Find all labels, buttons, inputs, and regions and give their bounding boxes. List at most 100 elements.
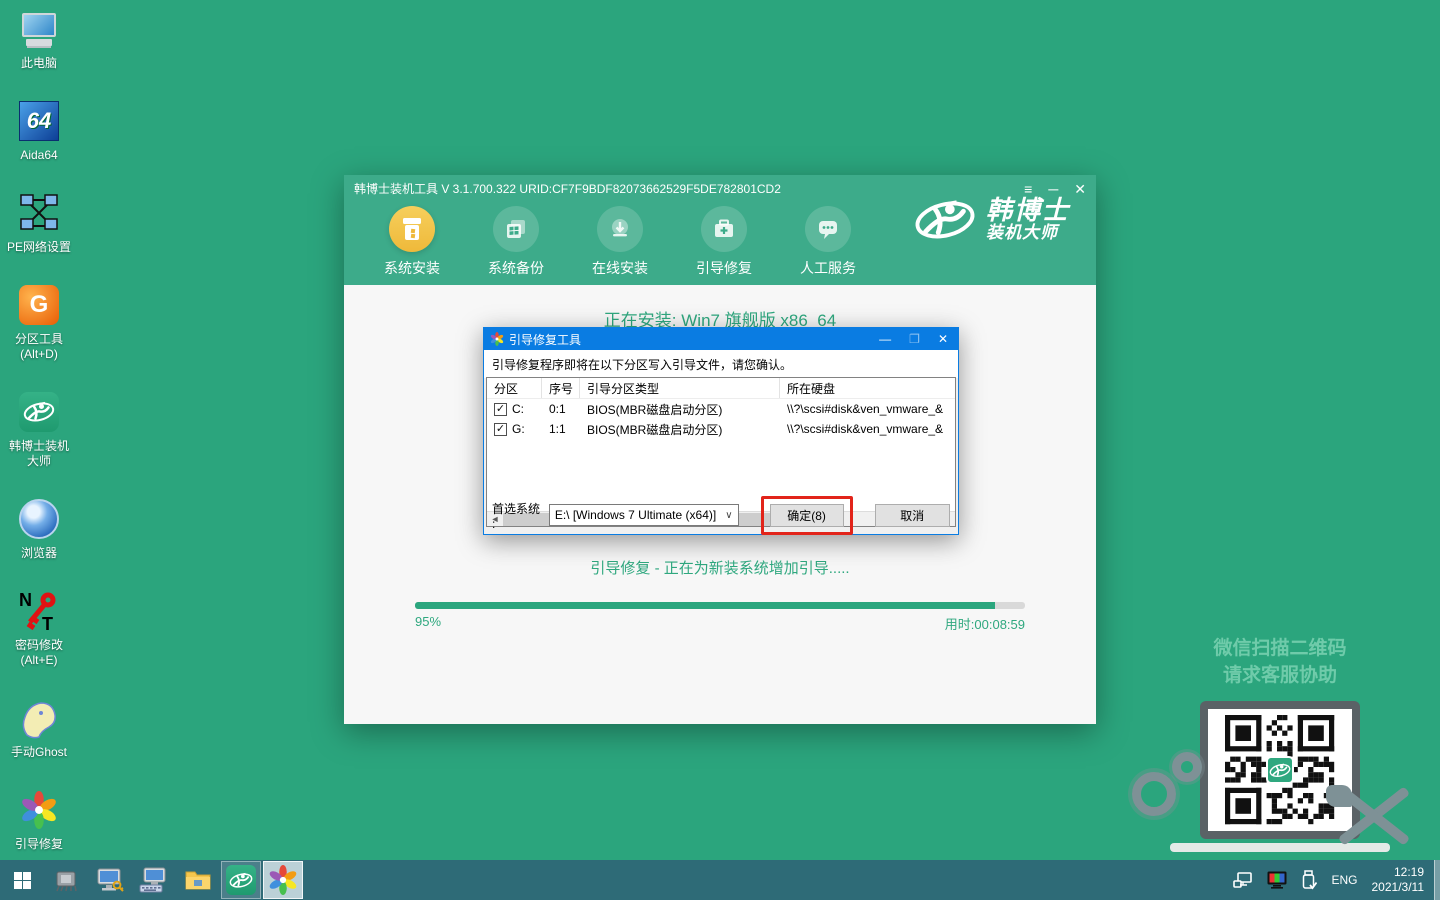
qr-center-logo-icon [1266,756,1294,784]
svg-text:N: N [19,590,32,610]
desktop-icon-pe-network[interactable]: PE网络设置 [2,190,76,255]
tray-clock[interactable]: 12:19 2021/3/11 [1372,865,1425,895]
checkbox-checked[interactable]: ✓ [494,403,507,416]
dialog-bottom-bar: 首选系统 : E:\ [Windows 7 Ultimate (x64)] ∨ … [484,502,958,528]
partition-type: BIOS(MBR磁盘启动分区) [580,401,780,418]
qr-caption-line2: 请求客服协助 [1130,662,1430,689]
column-header-disk[interactable]: 所在硬盘 [780,378,955,398]
start-button[interactable] [0,860,44,900]
desktop-icon-label: 引导修复 [15,837,63,852]
system-install-icon [389,206,435,252]
taskbar-file-explorer[interactable] [176,860,220,900]
network-settings-icon [16,190,62,236]
tray-network-icon[interactable] [1233,872,1253,888]
toolbar-label: 系统备份 [488,258,544,278]
windows-logo-icon [14,872,31,889]
dialog-pinwheel-icon [490,332,504,346]
pinwheel-taskbar-icon [268,865,298,895]
dialog-minimize-icon[interactable]: — [879,332,891,346]
partition-seq: 1:1 [542,422,580,436]
dialog-maximize-icon[interactable]: ❐ [909,332,920,346]
online-install-icon [597,206,643,252]
desktop-icon-partition-tool[interactable]: G 分区工具 (Alt+D) [2,282,76,362]
column-header-partition[interactable]: 分区 [487,378,542,398]
qr-caption-line1: 微信扫描二维码 [1130,635,1430,662]
partition-letter: C: [512,402,524,416]
main-window-header: 韩博士装机工具 V 3.1.700.322 URID:CF7F9BDF82073… [344,175,1096,285]
ok-highlight-annotation: 确定(8) [761,496,853,535]
desktop-icon-aida64[interactable]: 64 Aida64 [2,98,76,163]
partition-type: BIOS(MBR磁盘启动分区) [580,421,780,438]
browser-globe-icon [16,496,62,542]
desktop-icon-label: 手动Ghost [11,745,67,760]
progress-percent: 95% [415,614,441,633]
keyboard-monitor-icon [139,867,169,893]
cancel-button[interactable]: 取消 [875,504,950,527]
checkbox-checked[interactable]: ✓ [494,423,507,436]
taskbar-hanboshi-app[interactable] [221,861,261,899]
desktop-icon-label: PE网络设置 [7,240,71,255]
taskbar: ENG 12:19 2021/3/11 [0,860,1440,900]
preferred-system-select[interactable]: E:\ [Windows 7 Ultimate (x64)] ∨ [549,504,739,526]
wechat-help-panel: 微信扫描二维码 请求客服协助 [1130,635,1430,852]
dialog-message: 引导修复程序即将在以下分区写入引导文件，请您确认。 [484,350,958,378]
partition-row-g[interactable]: ✓ G: 1:1 BIOS(MBR磁盘启动分区) \\?\scsi#disk&v… [487,419,955,439]
partition-disk: \\?\scsi#disk&ven_vmware_& [780,402,955,416]
toolbar-item-online-install[interactable]: 在线安装 [588,206,652,278]
install-progress: 95% 用时:00:08:59 [415,602,1025,633]
hanboshi-taskbar-icon [226,865,256,895]
taskbar-memory-tool[interactable] [44,860,88,900]
preferred-system-value: E:\ [Windows 7 Ultimate (x64)] [555,508,725,522]
system-tray: ENG 12:19 2021/3/11 [1233,865,1434,895]
dialog-close-icon[interactable]: ✕ [938,332,948,346]
tray-usb-icon[interactable] [1301,870,1317,890]
desktop-icon-browser[interactable]: 浏览器 [2,496,76,561]
desktop-icon-password-reset[interactable]: N T 密码修改 (Alt+E) [2,588,76,668]
desktop-icon-label: 此电脑 [21,56,57,71]
boot-repair-dialog: 引导修复工具 — ❐ ✕ 引导修复程序即将在以下分区写入引导文件，请您确认。 分… [483,327,959,535]
partition-row-c[interactable]: ✓ C: 0:1 BIOS(MBR磁盘启动分区) \\?\scsi#disk&v… [487,399,955,419]
dialog-titlebar[interactable]: 引导修复工具 — ❐ ✕ [484,328,958,350]
ok-button[interactable]: 确定(8) [770,504,844,527]
hanboshi-brand-logo: 韩博士 装机大师 [914,197,1070,242]
monitor-key-icon [96,867,124,893]
folder-icon [184,868,212,892]
desktop-icon-this-pc[interactable]: 此电脑 [2,6,76,71]
desktop-icon-hanboshi[interactable]: 韩博士装机 大师 [2,389,76,469]
desktop-icon-ghost[interactable]: 手动Ghost [2,695,76,760]
toolbar-item-boot-repair[interactable]: 引导修复 [692,206,756,278]
qr-laptop-frame [1200,701,1360,839]
chat-service-icon [805,206,851,252]
progress-track [415,602,1025,609]
toolbar-label: 系统安装 [384,258,440,278]
qr-code [1208,709,1352,831]
column-header-seq[interactable]: 序号 [542,378,580,398]
toolbar-item-system-install[interactable]: 系统安装 [380,206,444,278]
boot-repair-status-text: 引导修复 - 正在为新装系统增加引导..... [344,557,1096,578]
progress-elapsed: 用时:00:08:59 [945,614,1025,633]
toolbar-item-human-service[interactable]: 人工服务 [796,206,860,278]
close-icon[interactable]: ✕ [1074,181,1086,197]
taskbar-screen-tool[interactable] [88,860,132,900]
partition-seq: 0:1 [542,402,580,416]
ghost-icon [16,695,62,741]
desktop-icon-label: 密码修改 (Alt+E) [15,638,63,668]
toolbar-label: 人工服务 [800,258,856,278]
toolbar-label: 引导修复 [696,258,752,278]
desktop-icon-boot-repair[interactable]: 引导修复 [2,787,76,852]
tray-display-icon[interactable] [1267,871,1287,889]
tray-language[interactable]: ENG [1331,873,1357,887]
partition-list-header: 分区 序号 引导分区类型 所在硬盘 [487,378,955,399]
show-desktop-button[interactable] [1434,860,1440,900]
desktop-icon-label: 浏览器 [21,546,57,561]
this-pc-icon [16,6,62,52]
desktop-icon-column: 此电脑 64 Aida64 PE网络设置 G 分区工具 (Alt+D) [2,6,76,900]
toolbar-label: 在线安装 [592,258,648,278]
dialog-title: 引导修复工具 [509,331,879,348]
toolbar-item-system-backup[interactable]: 系统备份 [484,206,548,278]
column-header-type[interactable]: 引导分区类型 [580,378,780,398]
taskbar-boot-repair-app[interactable] [263,861,303,899]
progress-fill [415,602,995,609]
taskbar-keyboard-tool[interactable] [132,860,176,900]
hanboshi-icon [16,389,62,435]
